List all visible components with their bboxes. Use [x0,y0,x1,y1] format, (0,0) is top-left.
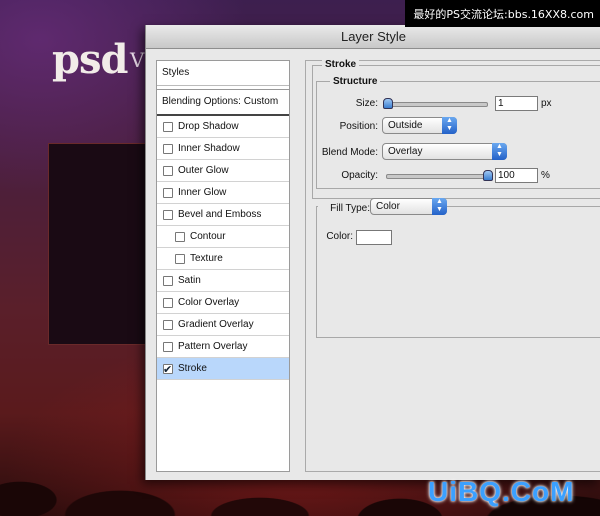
stroke-settings-panel: Stroke Structure Size: 1 px Position: Ou… [305,59,600,472]
opacity-input[interactable]: 100 [495,168,538,183]
style-checkbox[interactable] [163,209,173,220]
style-item-label: Gradient Overlay [178,319,254,330]
style-item-label: Pattern Overlay [178,341,248,352]
layer-style-dialog: Layer Style Styles Blending Options: Cus… [145,25,600,480]
style-item-label: Stroke [178,363,207,374]
style-item-label: Satin [178,275,201,286]
style-checkbox[interactable] [175,231,185,242]
stroke-color-swatch[interactable] [356,230,392,245]
style-item-contour[interactable]: Contour [157,226,289,248]
blend-mode-select[interactable]: Overlay ▲ ▼ [382,143,507,160]
style-item-color-overlay[interactable]: Color Overlay [157,292,289,314]
stroke-group-title: Stroke [322,59,360,70]
style-item-label: Bevel and Emboss [178,209,262,220]
style-item-stroke[interactable]: Stroke [157,358,289,381]
style-item-texture[interactable]: Texture [157,248,289,270]
style-checkbox[interactable] [163,319,173,330]
updown-chevron-icon: ▲ ▼ [432,198,447,215]
structure-group-title: Structure [330,76,381,87]
blend-mode-label: Blend Mode: [321,147,378,158]
style-checkbox[interactable] [163,360,173,381]
style-checkbox[interactable] [163,297,173,308]
opacity-slider-track[interactable] [386,174,490,179]
style-item-label: Color Overlay [178,297,240,308]
style-checkbox[interactable] [163,165,173,176]
style-item-label: Texture [190,253,223,264]
style-item-outer-glow[interactable]: Outer Glow [157,160,289,182]
size-input[interactable]: 1 [495,96,538,111]
size-slider-track[interactable] [383,102,488,107]
styles-header[interactable]: Styles [157,61,289,86]
opacity-label: Opacity: [341,170,378,181]
style-items-list: Drop Shadow Inner Shadow Outer Glow Inner G… [157,116,289,381]
position-select[interactable]: Outside ▲ ▼ [382,117,457,134]
style-checkbox[interactable] [175,253,185,264]
opacity-unit: % [541,170,550,181]
style-checkbox[interactable] [163,143,173,154]
blend-mode-select-value: Overlay [388,146,423,157]
blending-options-item[interactable]: Blending Options: Custom [157,89,289,116]
updown-chevron-icon: ▲ ▼ [492,143,507,160]
size-label: Size: [355,98,378,109]
style-item-pattern-overlay[interactable]: Pattern Overlay [157,336,289,358]
psd-logo: psd [52,36,128,83]
style-item-gradient-overlay[interactable]: Gradient Overlay [157,314,289,336]
position-select-value: Outside [388,120,423,131]
fill-type-select[interactable]: Color ▲ ▼ [370,198,447,215]
watermark-bottom: UiBQ.CoM [428,476,575,507]
updown-chevron-icon: ▲ ▼ [442,117,457,134]
style-item-satin[interactable]: Satin [157,270,289,292]
style-item-label: Drop Shadow [178,121,239,132]
size-unit: px [541,98,552,109]
style-item-bevel-and-emboss[interactable]: Bevel and Emboss [157,204,289,226]
style-item-label: Contour [190,231,226,242]
watermark-top: 最好的PS交流论坛:bbs.16XX8.com [405,0,600,27]
dialog-title: Layer Style [146,25,600,49]
style-item-label: Inner Shadow [178,143,240,154]
psd-logo-partial: V [130,48,145,72]
size-slider-thumb[interactable] [383,98,393,109]
color-label: Color: [326,231,353,242]
styles-list-panel: Styles Blending Options: Custom Drop Sha… [156,60,290,472]
style-checkbox[interactable] [163,275,173,286]
fill-type-select-value: Color [376,201,400,212]
position-label: Position: [339,121,378,132]
style-item-label: Inner Glow [178,187,227,198]
style-checkbox[interactable] [163,121,173,132]
style-checkbox[interactable] [163,341,173,352]
style-item-drop-shadow[interactable]: Drop Shadow [157,116,289,138]
style-checkbox[interactable] [163,187,173,198]
fill-type-label: Fill Type: [318,203,370,214]
style-item-label: Outer Glow [178,165,229,176]
style-item-inner-shadow[interactable]: Inner Shadow [157,138,289,160]
fill-group [316,206,600,338]
opacity-slider-thumb[interactable] [483,170,493,181]
style-item-inner-glow[interactable]: Inner Glow [157,182,289,204]
